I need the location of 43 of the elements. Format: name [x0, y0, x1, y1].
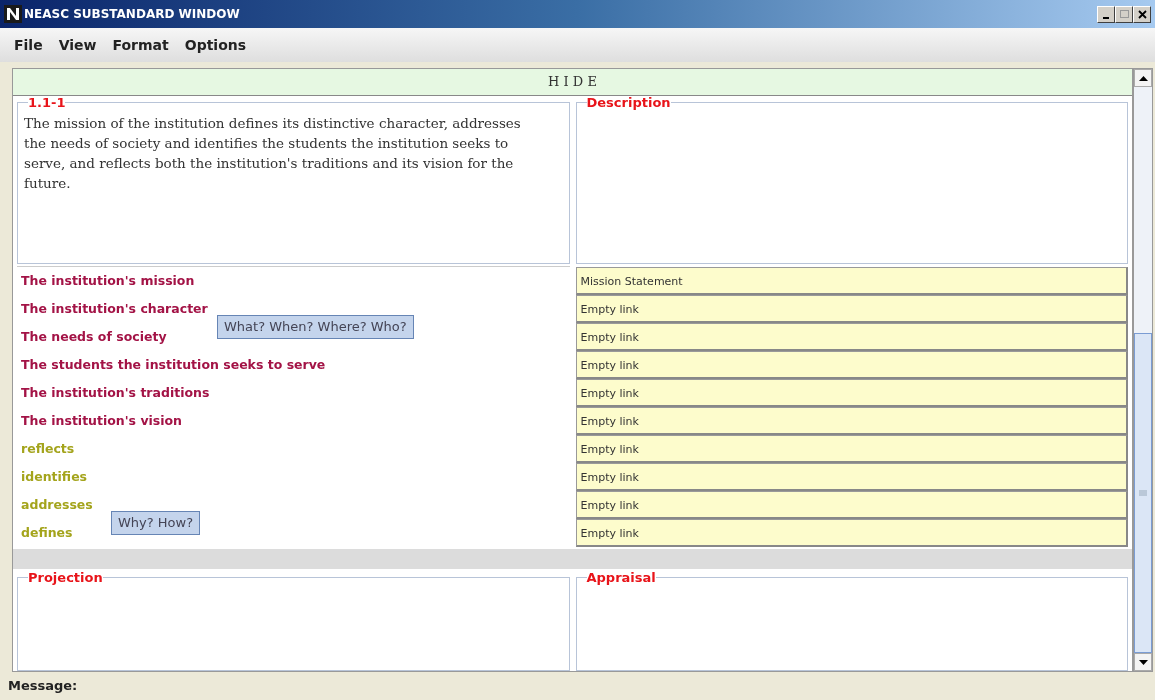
tooltip: Why? How? [111, 511, 201, 535]
link-field[interactable]: Empty link [575, 519, 1128, 547]
close-icon [1136, 8, 1148, 20]
maximize-button[interactable] [1115, 5, 1133, 23]
scroll-up-button[interactable] [1134, 69, 1152, 87]
link-field[interactable]: Empty link [575, 323, 1128, 351]
status-message: Message: [7, 677, 79, 696]
window-title: NEASC SUBSTANDARD WINDOW [24, 6, 240, 23]
tooltip: What? When? Where? Who? [217, 315, 414, 339]
minimize-button[interactable] [1097, 5, 1115, 23]
close-button[interactable] [1133, 5, 1151, 23]
term-label[interactable]: The students the institution seeks to serve [21, 351, 326, 379]
term-label[interactable]: The institution's traditions [21, 379, 210, 407]
link-field[interactable]: Empty link [575, 491, 1128, 519]
link-field[interactable]: Empty link [575, 407, 1128, 435]
section-title: Description [586, 96, 671, 109]
term-label[interactable]: The institution's vision [21, 407, 183, 435]
term-label[interactable]: The institution's character [21, 295, 208, 323]
standard-text: The mission of the institution defines its distinctive character, addresses the needs of society and identifies the students the institution seeks to serve, and reflects both the institution's traditions and its vision for the future. [24, 114, 522, 193]
term-label[interactable]: The needs of society [21, 323, 167, 351]
scrollbar[interactable] [1133, 68, 1153, 672]
menu-item[interactable]: Options [178, 32, 253, 58]
link-field[interactable]: Empty link [575, 379, 1128, 407]
link-field[interactable]: Empty link [575, 463, 1128, 491]
link-field[interactable]: Empty link [575, 435, 1128, 463]
scroll-down-button[interactable] [1134, 653, 1152, 671]
scroll-thumb[interactable] [1134, 333, 1152, 653]
up-arrow-icon [1138, 75, 1148, 81]
app-logo-icon [4, 5, 22, 23]
hide-bar[interactable]: H I D E [13, 69, 1132, 96]
menu-item[interactable]: View [52, 32, 103, 58]
section-title: Projection [28, 571, 103, 584]
link-field[interactable]: Empty link [575, 351, 1128, 379]
link-field[interactable]: Empty link [575, 295, 1128, 323]
down-arrow-icon [1138, 659, 1148, 665]
menu-item[interactable]: Format [106, 32, 175, 58]
link-field[interactable]: Mission Statement [575, 267, 1128, 295]
section-title: Appraisal [586, 571, 656, 584]
term-label[interactable]: The institution's mission [21, 267, 195, 295]
section-title: 1.1-1 [28, 96, 66, 109]
menu-item[interactable]: File [8, 32, 49, 58]
minimize-icon [1103, 16, 1109, 19]
maximize-icon [1118, 8, 1130, 20]
